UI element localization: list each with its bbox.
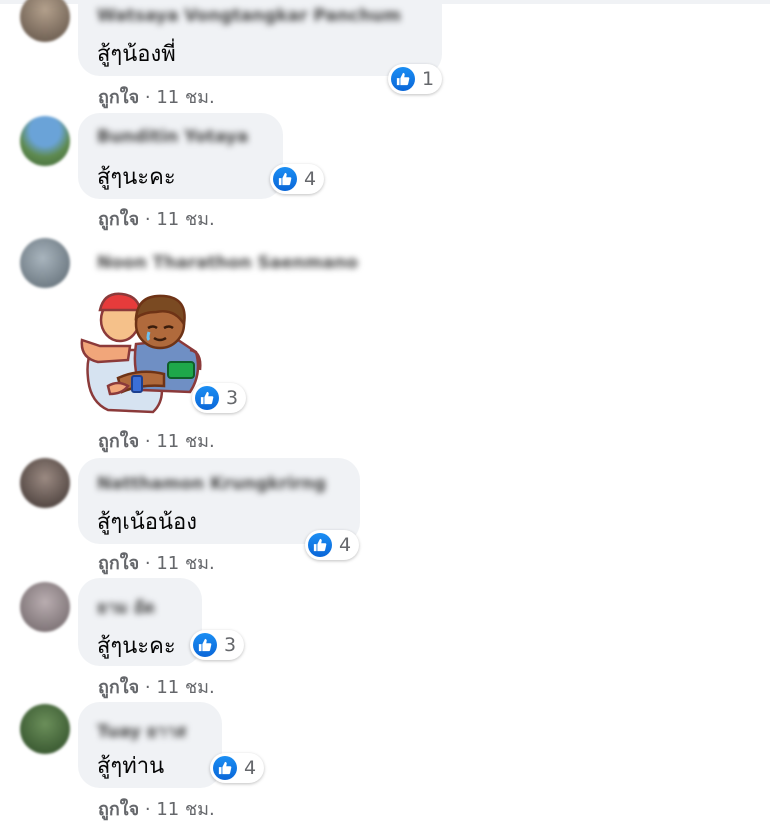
separator: ·: [139, 553, 157, 574]
thumbs-up-icon: [193, 633, 217, 657]
timestamp[interactable]: 11 ชม.: [156, 209, 214, 230]
like-button[interactable]: ถูกใจ: [98, 553, 139, 574]
reaction-count: 4: [244, 757, 257, 779]
thumbs-up-icon: [195, 386, 219, 410]
thumbs-up-icon: [391, 67, 415, 91]
comment-bubble: Tuay ยาาส สู้ๆท่าน: [78, 702, 222, 788]
thumbs-up-icon: [308, 533, 332, 557]
hug-sticker: [78, 290, 208, 419]
comment-bubble: ยาม อัด สู้ๆนะคะ: [78, 578, 202, 666]
comment-author[interactable]: ยาม อัด: [97, 594, 155, 621]
timestamp[interactable]: 11 ชม.: [156, 677, 214, 698]
comment-text: สู้ๆเน้อน้อง: [97, 510, 198, 535]
reaction-count: 1: [422, 68, 435, 90]
reaction-count-badge[interactable]: 4: [270, 164, 325, 194]
reaction-count-badge[interactable]: 1: [388, 64, 443, 94]
thumbs-up-icon: [213, 756, 237, 780]
comment-text: สู้ๆท่าน: [97, 754, 165, 779]
thumbs-up-icon: [273, 167, 297, 191]
avatar[interactable]: [20, 582, 70, 632]
reaction-count: 4: [339, 534, 352, 556]
comment-text: สู้ๆนะคะ: [97, 165, 176, 190]
avatar[interactable]: [20, 0, 70, 42]
like-button[interactable]: ถูกใจ: [98, 431, 139, 452]
avatar[interactable]: [20, 116, 70, 166]
comment-actions: ถูกใจ · 11 ชม.: [98, 672, 215, 701]
comment-actions: ถูกใจ · 11 ชม.: [98, 426, 215, 455]
avatar[interactable]: [20, 704, 70, 754]
like-button[interactable]: ถูกใจ: [98, 677, 139, 698]
reaction-count-badge[interactable]: 3: [190, 630, 245, 660]
reaction-count: 3: [224, 634, 237, 656]
comment-author[interactable]: Bunditin Yotaya: [97, 127, 248, 147]
comment-text: สู้ๆนะคะ: [97, 634, 176, 659]
comment-author[interactable]: Noon Tharathon Saenmano: [97, 253, 358, 273]
separator: ·: [139, 209, 157, 230]
avatar[interactable]: [20, 238, 70, 288]
timestamp[interactable]: 11 ชม.: [156, 431, 214, 452]
comment-actions: ถูกใจ · 11 ชม.: [98, 548, 215, 577]
comment-bubble: Watsaya Vongtangkar Panchum สู้ๆน้องพี่: [78, 0, 442, 76]
comment-author[interactable]: Natthamon Krungkrirng: [97, 474, 326, 494]
timestamp[interactable]: 11 ชม.: [156, 87, 214, 108]
reaction-count: 3: [226, 387, 239, 409]
comment-actions: ถูกใจ · 11 ชม.: [98, 82, 215, 111]
reaction-count-badge[interactable]: 4: [210, 753, 265, 783]
comment-actions: ถูกใจ · 11 ชม.: [98, 794, 215, 823]
avatar[interactable]: [20, 458, 70, 508]
comment-author[interactable]: Tuay ยาาส: [97, 718, 186, 745]
timestamp[interactable]: 11 ชม.: [156, 553, 214, 574]
separator: ·: [139, 87, 157, 108]
comment-actions: ถูกใจ · 11 ชม.: [98, 204, 215, 233]
comment-text: สู้ๆน้องพี่: [97, 42, 176, 67]
reaction-count-badge[interactable]: 4: [305, 530, 360, 560]
comment-bubble: Bunditin Yotaya สู้ๆนะคะ: [78, 113, 283, 199]
reaction-count-badge[interactable]: 3: [192, 383, 247, 413]
reaction-count: 4: [304, 168, 317, 190]
separator: ·: [139, 431, 157, 452]
like-button[interactable]: ถูกใจ: [98, 87, 139, 108]
like-button[interactable]: ถูกใจ: [98, 209, 139, 230]
separator: ·: [139, 677, 157, 698]
comment-author[interactable]: Watsaya Vongtangkar Panchum: [97, 6, 401, 26]
